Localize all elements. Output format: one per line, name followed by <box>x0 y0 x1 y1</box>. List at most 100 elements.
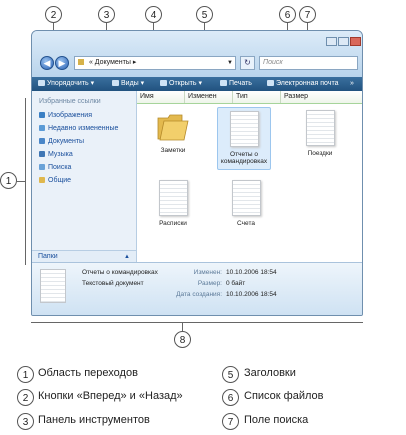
legend-text: Список файлов <box>244 390 324 402</box>
minimize-button[interactable] <box>326 37 337 46</box>
folders-label: Папки <box>38 253 58 260</box>
views-button[interactable]: Виды ▾ <box>112 77 144 91</box>
details-created-value: 10.10.2006 18:54 <box>226 291 277 298</box>
file-item-selected[interactable]: Отчеты о командировках <box>217 107 271 170</box>
folder-icon <box>78 59 84 66</box>
sidebar-item-label: Поиска <box>48 164 72 171</box>
legend-text: Панель инструментов <box>38 414 150 426</box>
sidebar-item-music[interactable]: Музыка <box>39 151 73 158</box>
organize-label: Упорядочить <box>47 80 89 87</box>
email-button[interactable]: Электронная почта <box>267 77 338 91</box>
back-button[interactable]: ◀ <box>40 56 54 70</box>
legend-text: Поле поиска <box>244 414 309 426</box>
file-item[interactable]: Расписки <box>147 180 199 227</box>
callout-2: 2 <box>45 6 62 23</box>
leader-1 <box>17 181 25 182</box>
address-text: « Документы ▸ <box>88 59 137 66</box>
print-label: Печать <box>229 80 252 87</box>
recent-icon <box>39 125 45 132</box>
sidebar-item-recent[interactable]: Недавно измененные <box>39 125 118 132</box>
document-icon <box>158 180 188 216</box>
file-list: Имя Изменен Тип Размер Заметки Отчеты о … <box>137 91 362 263</box>
callout-3: 3 <box>98 6 115 23</box>
callout-7: 7 <box>299 6 316 23</box>
details-file-type: Текстовый документ <box>82 280 144 287</box>
explorer-window: ◀ ▶ « Документы ▸ ▼ ↻ Поиск Упорядочить … <box>31 30 363 316</box>
legend-number: 5 <box>222 366 239 383</box>
title-bar: ◀ ▶ « Документы ▸ ▼ ↻ Поиск <box>32 31 362 77</box>
printer-icon <box>220 80 227 87</box>
document-thumbnail-icon <box>40 269 66 303</box>
column-size-header[interactable]: Размер <box>281 91 341 103</box>
column-modified-header[interactable]: Изменен <box>185 91 233 103</box>
sidebar-item-pictures[interactable]: Изображения <box>39 112 92 119</box>
file-item-folder[interactable]: Заметки <box>147 109 199 154</box>
column-name-header[interactable]: Имя <box>137 91 185 103</box>
bracket-1 <box>25 98 26 265</box>
maximize-button[interactable] <box>338 37 349 46</box>
open-button[interactable]: Открыть ▾ <box>160 77 202 91</box>
details-file-name: Отчеты о командировках <box>82 269 158 276</box>
legend-text: Область переходов <box>38 367 138 379</box>
file-name: Расписки <box>159 220 187 227</box>
details-size-label: Размер: <box>197 280 222 287</box>
legend-number: 2 <box>17 389 34 406</box>
callout-8: 8 <box>174 331 191 348</box>
document-icon <box>231 180 261 216</box>
callout-4: 4 <box>145 6 162 23</box>
details-modified-label: Изменен: <box>193 269 222 276</box>
legend-number: 6 <box>222 389 239 406</box>
details-pane: Отчеты о командировках Текстовый докумен… <box>32 262 362 315</box>
file-item[interactable]: Счета <box>220 180 272 227</box>
public-icon <box>39 177 45 184</box>
sidebar-item-label: Документы <box>48 138 85 145</box>
callout-6: 6 <box>279 6 296 23</box>
music-icon <box>39 151 45 158</box>
file-name: Счета <box>237 220 255 227</box>
more-button[interactable]: » <box>350 77 354 91</box>
email-icon <box>267 80 274 87</box>
callout-5: 5 <box>196 6 213 23</box>
refresh-button[interactable]: ↻ <box>240 56 255 70</box>
file-item[interactable]: Поездки <box>294 110 346 157</box>
sidebar-item-searches[interactable]: Поиска <box>39 164 71 171</box>
sidebar-item-label: Недавно измененные <box>48 125 119 132</box>
sidebar-item-label: Музыка <box>48 151 73 158</box>
close-button[interactable] <box>350 37 361 46</box>
folder-icon <box>156 112 190 142</box>
details-created-label: Дата создания: <box>176 291 222 298</box>
column-headers: Имя Изменен Тип Размер <box>137 91 362 104</box>
sidebar-item-public[interactable]: Общие <box>39 177 71 184</box>
legend-number: 7 <box>222 413 239 430</box>
open-icon <box>160 80 167 87</box>
organize-button[interactable]: Упорядочить ▾ <box>38 77 94 91</box>
chevron-down-icon[interactable]: ▼ <box>227 57 233 69</box>
toolbar: Упорядочить ▾ Виды ▾ Открыть ▾ Печать Эл… <box>32 77 362 91</box>
forward-button[interactable]: ▶ <box>55 56 69 70</box>
favorites-title: Избранные ссылки <box>39 98 101 105</box>
pictures-icon <box>39 112 45 119</box>
sidebar-item-documents[interactable]: Документы <box>39 138 84 145</box>
search-field[interactable]: Поиск <box>259 56 358 70</box>
legend-number: 3 <box>17 413 34 430</box>
legend-text: Заголовки <box>244 367 296 379</box>
views-label: Виды <box>121 80 139 87</box>
file-name: Поездки <box>307 150 333 157</box>
legend-number: 1 <box>17 366 34 383</box>
details-modified-value: 10.10.2006 18:54 <box>226 269 277 276</box>
details-size-value: 0 байт <box>226 280 246 287</box>
file-name: Отчеты о командировках <box>220 151 268 165</box>
sidebar-item-label: Изображения <box>48 112 92 119</box>
column-type-header[interactable]: Тип <box>233 91 281 103</box>
sidebar-item-label: Общие <box>48 177 72 184</box>
address-bar[interactable]: « Документы ▸ ▼ <box>74 56 236 70</box>
views-icon <box>112 80 119 87</box>
bracket-8 <box>31 322 363 323</box>
document-icon <box>229 111 259 147</box>
legend-text: Кнопки «Вперед» и «Назад» <box>38 390 183 402</box>
search-folder-icon <box>39 164 45 171</box>
print-button[interactable]: Печать <box>220 77 252 91</box>
documents-icon <box>39 138 45 145</box>
leader-8 <box>182 322 183 331</box>
open-label: Открыть <box>169 80 197 87</box>
